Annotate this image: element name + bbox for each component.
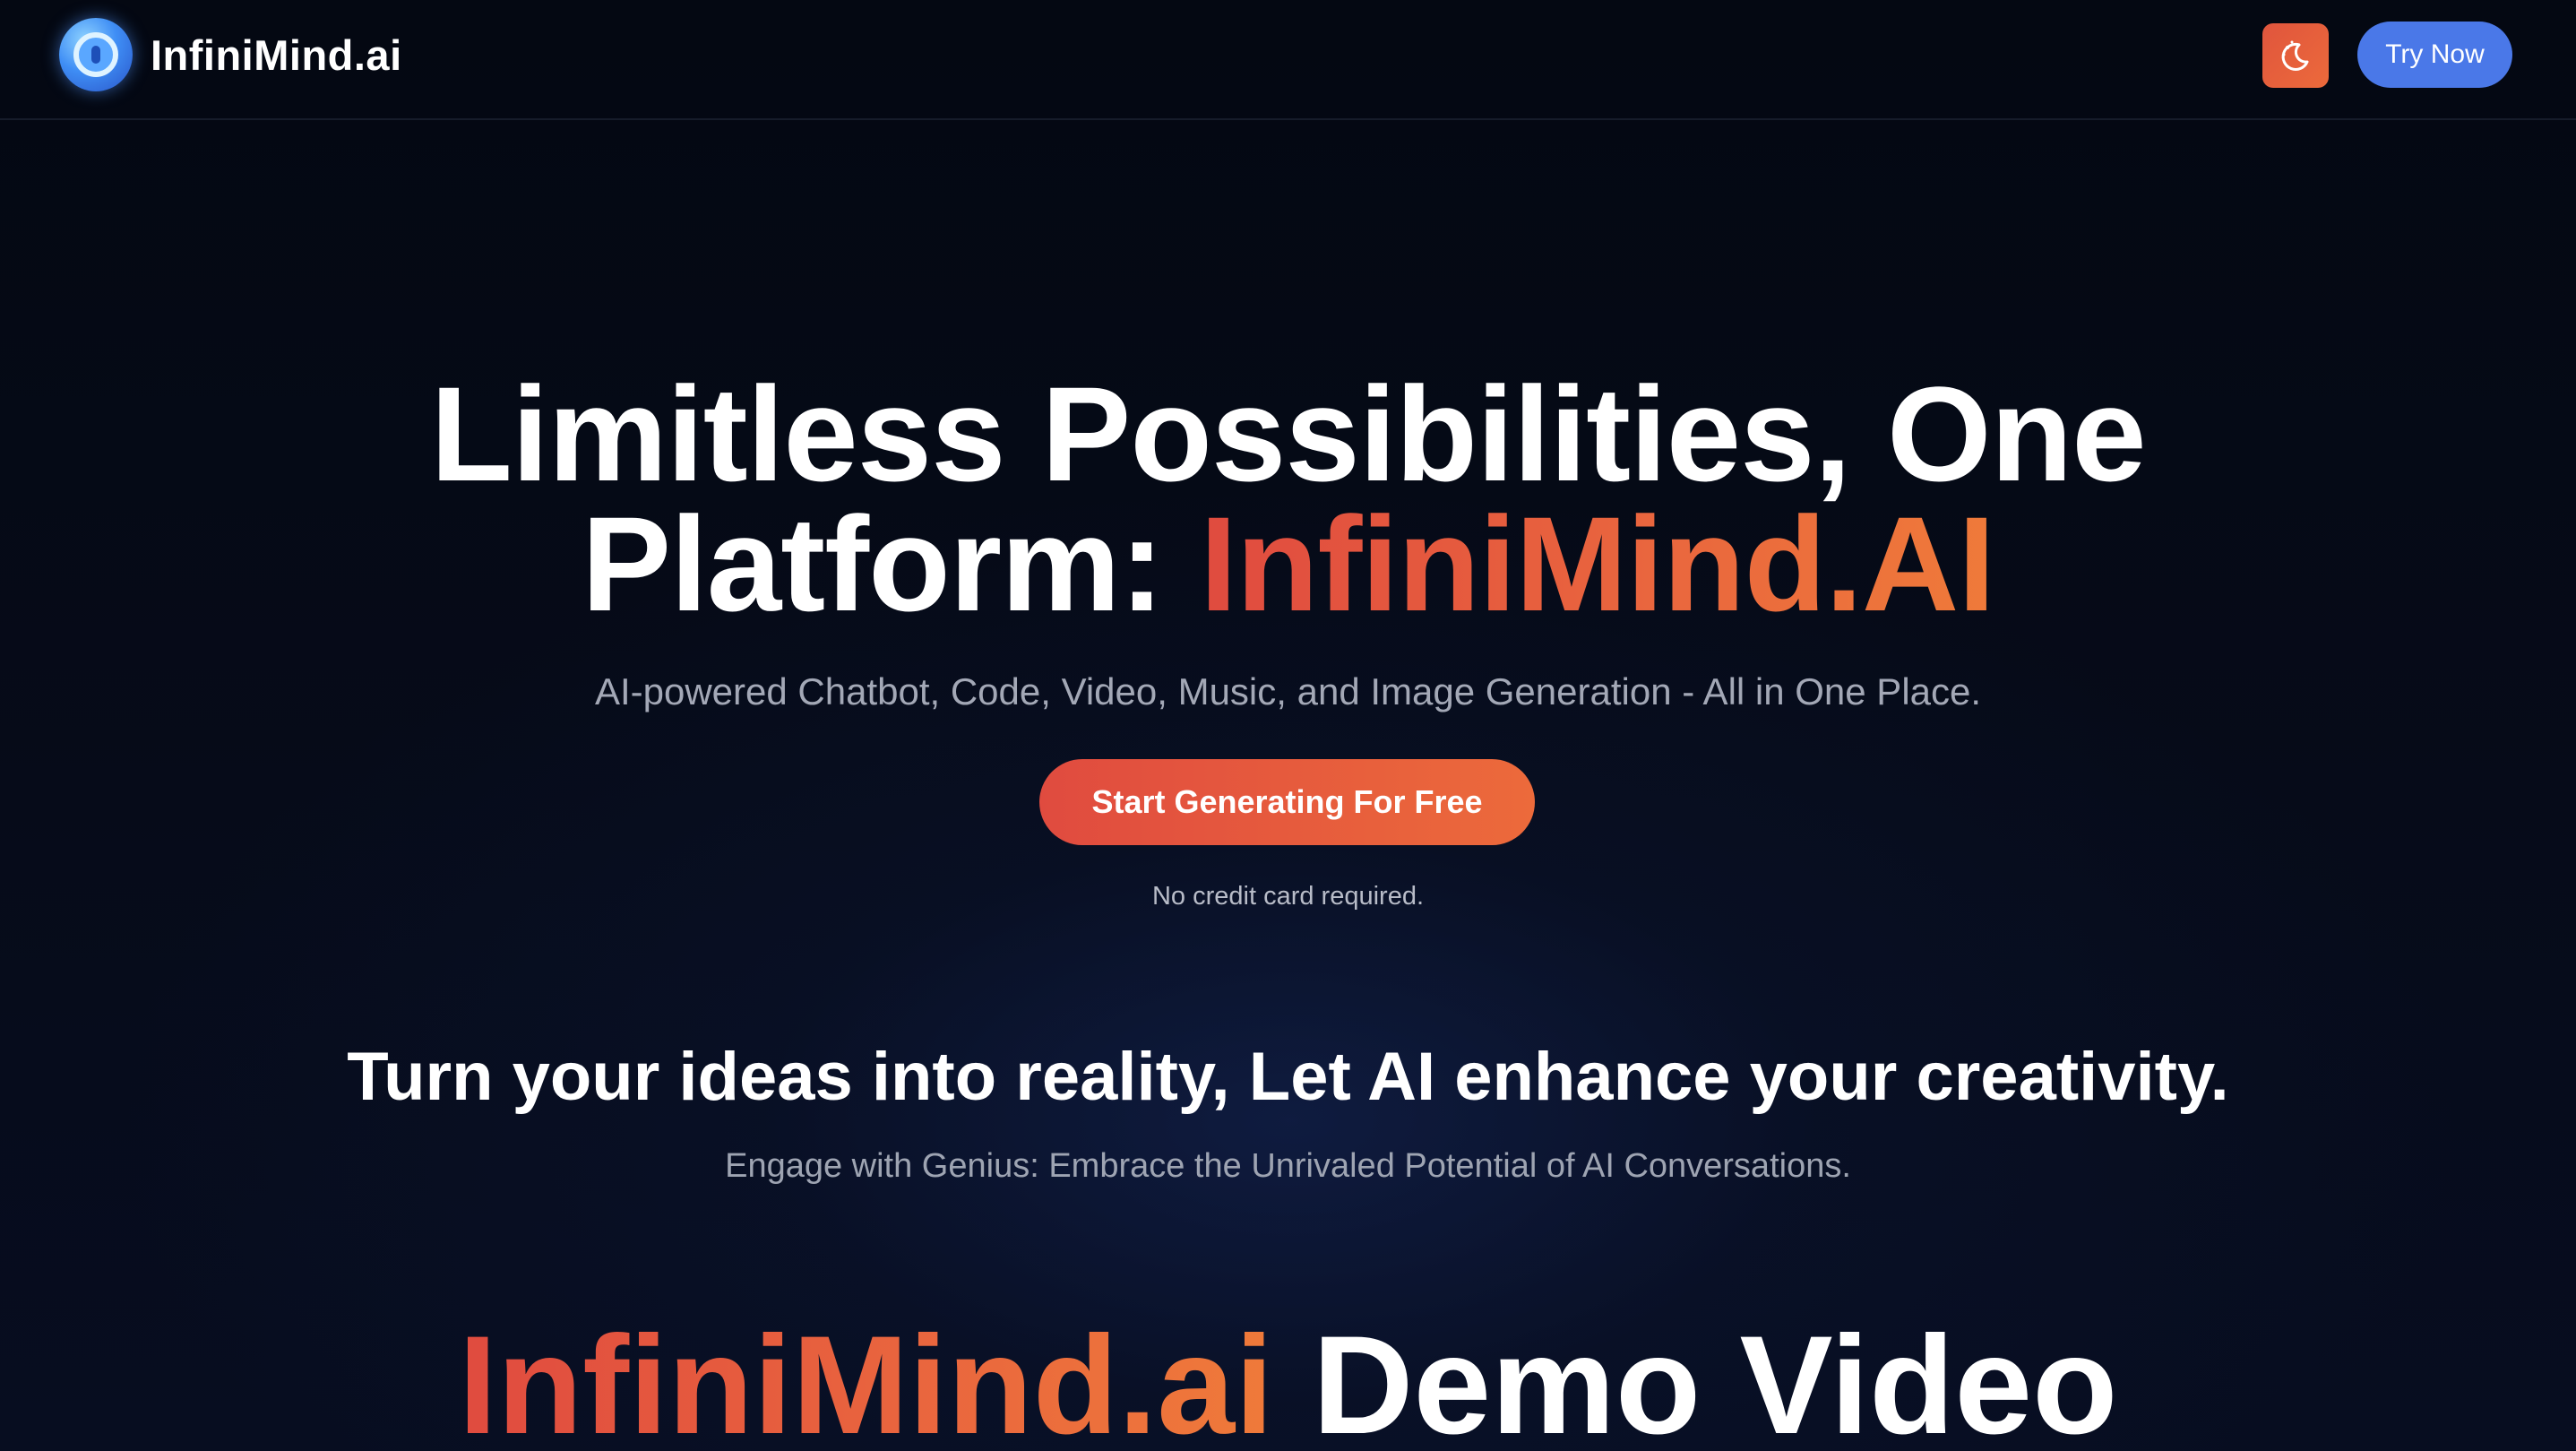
no-credit-card-note: No credit card required. bbox=[1151, 882, 1425, 911]
try-now-button[interactable]: Try Now bbox=[2357, 22, 2512, 88]
moon-stars-icon bbox=[2281, 40, 2309, 71]
theme-toggle-button[interactable] bbox=[2262, 23, 2329, 88]
hero-title: Limitless Possibilities, One Platform: I… bbox=[0, 367, 2576, 631]
top-navbar: InfiniMind.ai Try Now bbox=[0, 0, 2576, 120]
hero-title-highlight: InfiniMind.AI bbox=[1200, 488, 1995, 639]
hero-subtitle: AI-powered Chatbot, Code, Video, Music, … bbox=[594, 670, 1982, 713]
tagline-subtitle: Engage with Genius: Embrace the Unrivale… bbox=[725, 1147, 1851, 1185]
tagline-heading: Turn your ideas into reality, Let AI enh… bbox=[347, 1039, 2229, 1115]
demo-title-rest: Demo Video bbox=[1273, 1308, 2118, 1451]
brand-home-link[interactable]: InfiniMind.ai bbox=[59, 17, 402, 92]
start-generating-button[interactable]: Start Generating For Free bbox=[1039, 759, 1535, 845]
demo-title-highlight: InfiniMind.ai bbox=[459, 1308, 1274, 1451]
hero-title-line2-prefix: Platform: bbox=[582, 488, 1201, 639]
infinimind-logo-icon bbox=[59, 18, 133, 91]
demo-video-heading: InfiniMind.ai Demo Video bbox=[0, 1305, 2576, 1451]
brand-name: InfiniMind.ai bbox=[151, 30, 402, 79]
landing-page: InfiniMind.ai Try Now Limitless Possibil… bbox=[0, 0, 2576, 1451]
hero-title-line1: Limitless Possibilities, One bbox=[430, 358, 2146, 509]
